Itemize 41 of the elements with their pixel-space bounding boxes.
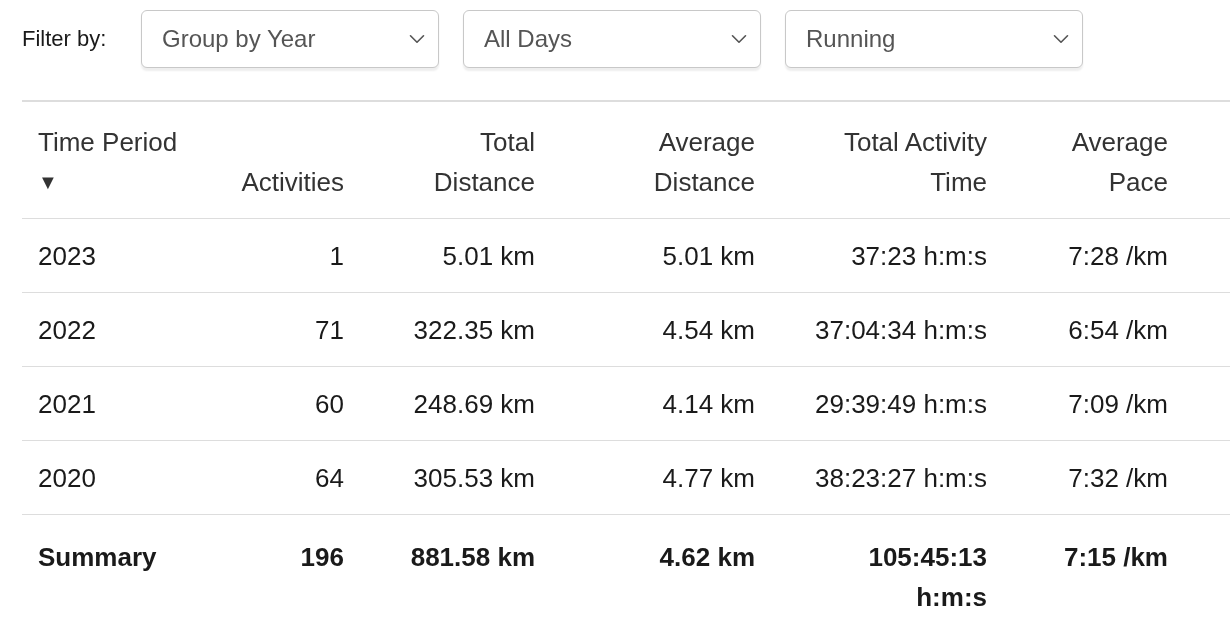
summary-cell-text: 196 xyxy=(300,541,344,574)
table-cell: 2021 xyxy=(22,366,200,441)
column-header[interactable]: Average Pace xyxy=(1003,101,1184,219)
column-header[interactable]: Total Activity Time xyxy=(771,101,1003,219)
table-cell: 248.69 km xyxy=(360,366,551,441)
summary-cell-text: 7:15 /km xyxy=(1063,541,1168,574)
table-cell: 305.53 km xyxy=(360,440,551,515)
dropdown[interactable]: Running xyxy=(785,10,1083,68)
table-cell: 2020 xyxy=(22,440,200,515)
table-cell: 71 xyxy=(200,292,360,367)
table-cell: 64 xyxy=(200,440,360,515)
table-cell: 7:32 /km xyxy=(1003,440,1184,515)
table-cell: 5.01 km xyxy=(551,218,771,293)
table-cell: 322.35 km xyxy=(360,292,551,367)
column-header[interactable]: Time Period ▼ xyxy=(22,101,200,219)
table-cell: 7:09 /km xyxy=(1003,366,1184,441)
filter-label: Filter by: xyxy=(22,26,108,52)
table-cell: 60 xyxy=(200,366,360,441)
table-cell: 38:23:27 h:m:s xyxy=(771,440,1003,515)
column-header[interactable]: Total Distance xyxy=(360,101,551,219)
table-cell: 4.54 km xyxy=(551,292,771,367)
table-cell: 6:54 /km xyxy=(1003,292,1184,367)
table-cell: 7:28 /km xyxy=(1003,218,1184,293)
table-cell: 37:04:34 h:m:s xyxy=(771,292,1003,367)
dropdown[interactable]: All Days xyxy=(463,10,761,68)
column-header[interactable]: Average Distance xyxy=(551,101,771,219)
table-cell: 2022 xyxy=(22,292,200,367)
table-cell: 4.14 km xyxy=(551,366,771,441)
summary-cell-text: 881.58 km xyxy=(410,541,535,574)
dropdown[interactable]: Group by Year xyxy=(141,10,439,68)
column-header[interactable]: Activities xyxy=(200,101,360,219)
summary-cell-text: 4.62 km xyxy=(659,541,755,574)
table-cell: 2023 xyxy=(22,218,200,293)
summary-cell-text: 105:45:13 h:m:s xyxy=(867,541,987,614)
table-cell: 37:23 h:m:s xyxy=(771,218,1003,293)
table-cell: 4.77 km xyxy=(551,440,771,515)
table-cell: 29:39:49 h:m:s xyxy=(771,366,1003,441)
sort-indicator: ▼ xyxy=(38,170,59,195)
table-cell: 5.01 km xyxy=(360,218,551,293)
table-cell: 1 xyxy=(200,218,360,293)
summary-cell-text: Summary xyxy=(38,541,157,574)
